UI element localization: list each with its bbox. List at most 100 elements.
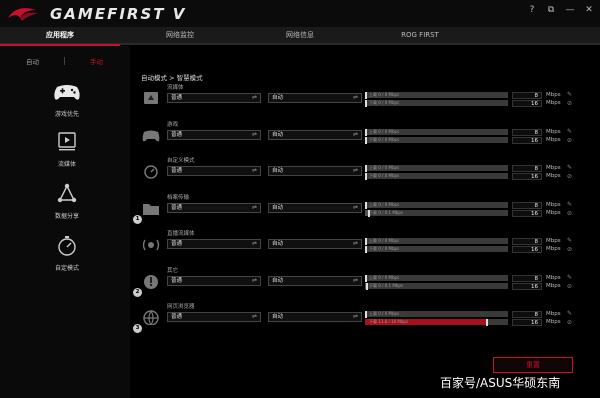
download-text: 下载 0 / 0 Mbps — [369, 246, 400, 251]
category-label: 档案传输 — [167, 195, 190, 201]
download-text: 下载 0 / 0 Mbps — [369, 173, 400, 178]
priority-select[interactable]: 普通 ⇌ — [167, 130, 261, 140]
speed-select[interactable]: 自动 ⇌ — [268, 166, 362, 176]
priority-select[interactable]: 普通 ⇌ — [167, 239, 261, 249]
download-slider-handle[interactable] — [366, 283, 368, 290]
download-limit-input[interactable]: 16 — [512, 173, 542, 180]
download-limit-input[interactable]: 16 — [512, 100, 542, 107]
block-icon[interactable]: ⊘ — [567, 319, 574, 326]
chevron-down-icon: ⇌ — [352, 167, 358, 174]
download-limit-input[interactable]: 16 — [512, 137, 542, 144]
chevron-down-icon: ⇌ — [352, 240, 358, 247]
download-slider-handle[interactable] — [486, 319, 488, 326]
other-icon — [144, 275, 158, 289]
upload-unit: Mbps — [546, 311, 561, 317]
speed-select[interactable]: 自动 ⇌ — [268, 93, 362, 103]
upload-limit-input[interactable]: 8 — [512, 165, 542, 172]
block-icon[interactable]: ⊘ — [567, 137, 574, 144]
upload-limit-input[interactable]: 8 — [512, 275, 542, 282]
sidebar-item-data-share[interactable]: 数据分享 — [22, 182, 112, 228]
category-row: 直播流媒体 普通 ⇌ 自动 ⇌ 上载 0 / 0 Mbps 下载 0 / 0 Mbp… — [139, 229, 579, 263]
sidebar-item-label: 游戏优先 — [54, 111, 79, 118]
pin-icon[interactable]: ✎ — [567, 128, 574, 135]
pin-icon[interactable]: ✎ — [567, 164, 574, 171]
sidebar: 自动 手动 游戏优先 流媒体 数据分享 自定模式 — [0, 46, 130, 398]
minimize-icon[interactable]: — — [565, 5, 575, 15]
upload-slider-handle[interactable] — [365, 129, 367, 136]
pin-icon[interactable]: ✎ — [567, 91, 574, 98]
upload-limit-input[interactable]: 8 — [512, 202, 542, 209]
sidebar-item-label: 数据分享 — [54, 213, 79, 220]
upload-limit-input[interactable]: 8 — [512, 129, 542, 136]
category-label: 流媒体 — [167, 85, 184, 91]
reset-button[interactable]: 重置 — [493, 357, 573, 373]
download-text: 下载 0 / 0.1 Mbps — [369, 283, 403, 288]
pin-icon[interactable]: ✎ — [567, 237, 574, 244]
mode-auto-button[interactable]: 自动 — [26, 56, 39, 66]
download-slider-handle[interactable] — [365, 137, 367, 144]
download-slider-handle[interactable] — [368, 210, 370, 217]
sidebar-item-game-priority[interactable]: 游戏优先 — [22, 80, 112, 126]
priority-select[interactable]: 普通 ⇌ — [167, 203, 261, 213]
upload-slider-handle[interactable] — [365, 92, 367, 99]
block-icon[interactable]: ⊘ — [567, 246, 574, 253]
sidebar-item-custom-mode[interactable]: 自定模式 — [22, 234, 112, 280]
upload-bar: 上载 0 / 0 Mbps — [365, 165, 508, 172]
priority-value: 普通 — [171, 241, 183, 247]
tab-network-info[interactable]: 网络信息 — [240, 27, 360, 45]
download-slider-handle[interactable] — [365, 100, 367, 107]
pin-icon[interactable]: ✎ — [567, 310, 574, 317]
speed-select[interactable]: 自动 ⇌ — [268, 276, 362, 286]
download-slider-handle[interactable] — [365, 173, 367, 180]
upload-slider-handle[interactable] — [365, 165, 367, 172]
speed-value: 自动 — [272, 241, 284, 247]
speed-select[interactable]: 自动 ⇌ — [268, 203, 362, 213]
download-slider-handle[interactable] — [365, 246, 367, 253]
download-limit-input[interactable]: 16 — [512, 210, 542, 217]
pin-icon[interactable]: ✎ — [567, 274, 574, 281]
speed-select[interactable]: 自动 ⇌ — [268, 130, 362, 140]
download-limit-input[interactable]: 16 — [512, 246, 542, 253]
close-icon[interactable]: ✕ — [584, 5, 594, 15]
upload-text: 上载 0 / 0 Mbps — [369, 311, 400, 316]
upload-unit: Mbps — [546, 92, 561, 98]
mode-manual-button[interactable]: 手动 — [90, 56, 103, 66]
upload-text: 上载 0 / 0 Mbps — [369, 92, 400, 97]
upload-slider-handle[interactable] — [365, 275, 367, 282]
speed-select[interactable]: 自动 ⇌ — [268, 312, 362, 322]
download-bar: 下载 0 / 0 Mbps — [365, 137, 508, 144]
priority-select[interactable]: 普通 ⇌ — [167, 312, 261, 322]
block-icon[interactable]: ⊘ — [567, 210, 574, 217]
block-icon[interactable]: ⊘ — [567, 100, 574, 107]
priority-select[interactable]: 普通 ⇌ — [167, 276, 261, 286]
download-limit-input[interactable]: 16 — [512, 283, 542, 290]
upload-slider-handle[interactable] — [365, 202, 367, 209]
download-unit: Mbps — [546, 319, 561, 325]
block-icon[interactable]: ⊘ — [567, 283, 574, 290]
upload-limit-input[interactable]: 8 — [512, 311, 542, 318]
block-icon[interactable]: ⊘ — [567, 173, 574, 180]
bandwidth-bars: 上载 0 / 0 Mbps 下载 0 / 0 Mbps — [365, 165, 508, 181]
upload-slider-handle[interactable] — [365, 311, 367, 318]
sidebar-item-streaming[interactable]: 流媒体 — [22, 130, 112, 176]
pin-icon[interactable]: ✎ — [567, 201, 574, 208]
upload-limit-input[interactable]: 8 — [512, 92, 542, 99]
priority-select[interactable]: 普通 ⇌ — [167, 93, 261, 103]
priority-select[interactable]: 普通 ⇌ — [167, 166, 261, 176]
speed-select[interactable]: 自动 ⇌ — [268, 239, 362, 249]
settings-icon[interactable]: ⧉ — [546, 5, 556, 15]
download-limit-input[interactable]: 16 — [512, 319, 542, 326]
category-label: 网页浏览器 — [167, 304, 195, 310]
speed-value: 自动 — [272, 278, 284, 284]
play-icon — [58, 132, 76, 151]
chevron-down-icon: ⇌ — [352, 204, 358, 211]
tab-rog-first[interactable]: ROG FIRST — [360, 27, 480, 45]
tab-network-monitor[interactable]: 网络监控 — [120, 27, 240, 45]
chevron-down-icon: ⇌ — [251, 131, 257, 138]
upload-slider-handle[interactable] — [365, 238, 367, 245]
stopwatch-icon — [58, 236, 76, 256]
mode-toggle: 自动 手动 — [0, 56, 130, 68]
upload-limit-input[interactable]: 8 — [512, 238, 542, 245]
tab-applications[interactable]: 应用程序 — [0, 27, 120, 45]
help-icon[interactable]: ? — [527, 5, 537, 15]
